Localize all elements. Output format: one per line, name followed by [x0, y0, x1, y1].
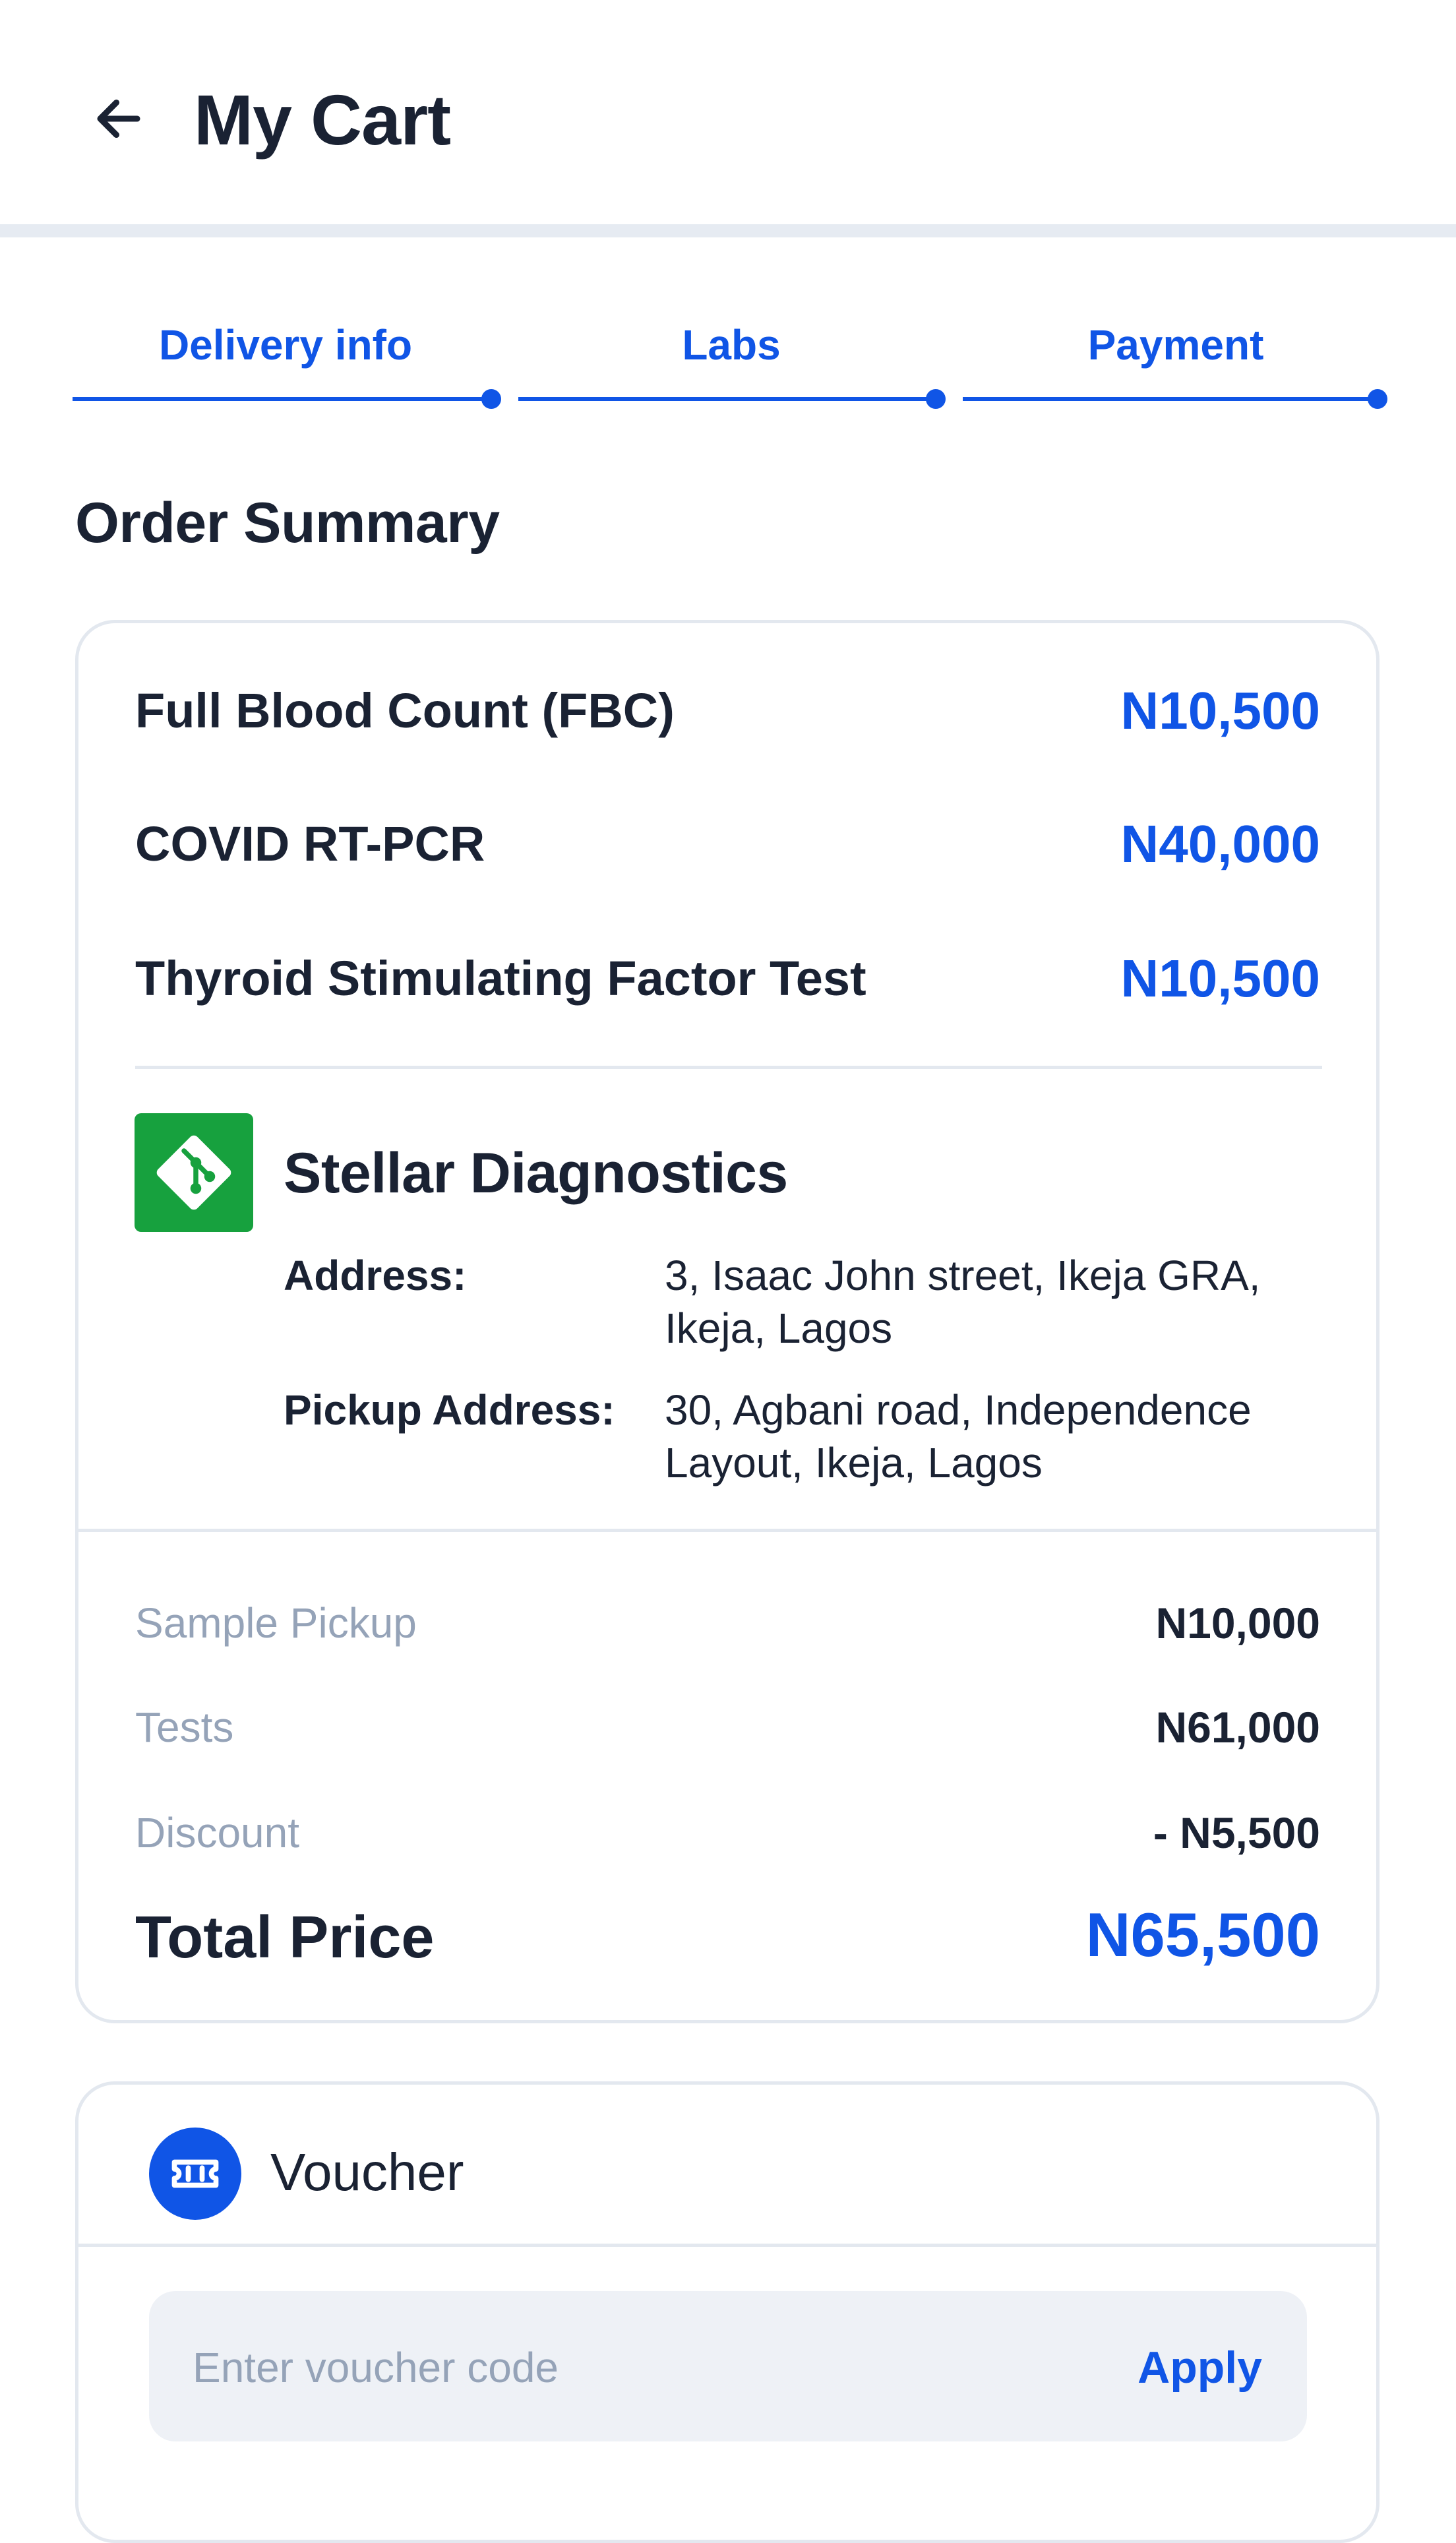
item-price: N10,500 [1120, 949, 1320, 1008]
lab-divider [78, 1529, 1377, 1532]
item-price: N40,000 [1120, 814, 1320, 873]
item-name: Thyroid Stimulating Factor Test [135, 951, 866, 1006]
voucher-divider [78, 2244, 1377, 2247]
total-price-value: N65,500 [1085, 1900, 1320, 1969]
git-diamond-icon [156, 1135, 231, 1210]
items-divider [135, 1066, 1322, 1069]
step-delivery-info[interactable]: Delivery info [73, 315, 499, 375]
step-labs[interactable]: Labs [518, 315, 944, 375]
address-label: Address: [284, 1252, 467, 1299]
step-delivery-info-bar [73, 397, 492, 401]
item-name: Full Blood Count (FBC) [135, 683, 675, 738]
fee-value: N10,000 [1155, 1599, 1320, 1647]
step-payment[interactable]: Payment [963, 315, 1389, 375]
address-line: 3, Isaac John street, Ikeja GRA, [665, 1252, 1261, 1299]
apply-voucher-button[interactable]: Apply [1138, 2335, 1262, 2401]
voucher-title: Voucher [270, 2143, 464, 2201]
total-price-label: Total Price [135, 1905, 435, 1971]
pickup-address-line: Layout, Ikeja, Lagos [665, 1439, 1043, 1486]
fee-label: Sample Pickup [135, 1599, 417, 1647]
step-labs-bar [518, 397, 938, 401]
address-line: Ikeja, Lagos [665, 1304, 893, 1352]
step-delivery-info-dot [481, 389, 501, 409]
pickup-address-label: Pickup Address: [284, 1386, 615, 1434]
ticket-icon [171, 2159, 219, 2188]
fee-value: N61,000 [1155, 1703, 1320, 1752]
item-name: COVID RT-PCR [135, 816, 485, 871]
step-payment-bar [963, 397, 1382, 401]
lab-name: Stellar Diagnostics [284, 1142, 788, 1205]
pickup-address-line: 30, Agbani road, Independence [665, 1386, 1252, 1434]
step-payment-dot [1368, 389, 1387, 409]
fee-value: - N5,500 [1153, 1808, 1320, 1857]
header-divider [0, 224, 1456, 237]
fee-label: Discount [135, 1809, 299, 1856]
item-price: N10,500 [1120, 681, 1320, 740]
voucher-code-input[interactable] [193, 2335, 1050, 2401]
page-title: My Cart [194, 80, 451, 160]
order-summary-title: Order Summary [75, 491, 500, 555]
lab-logo [135, 1113, 253, 1232]
step-labs-dot [926, 389, 946, 409]
voucher-icon-badge [149, 2128, 241, 2220]
back-button[interactable] [79, 79, 158, 158]
fee-label: Tests [135, 1703, 234, 1751]
arrow-left-icon [97, 99, 140, 138]
